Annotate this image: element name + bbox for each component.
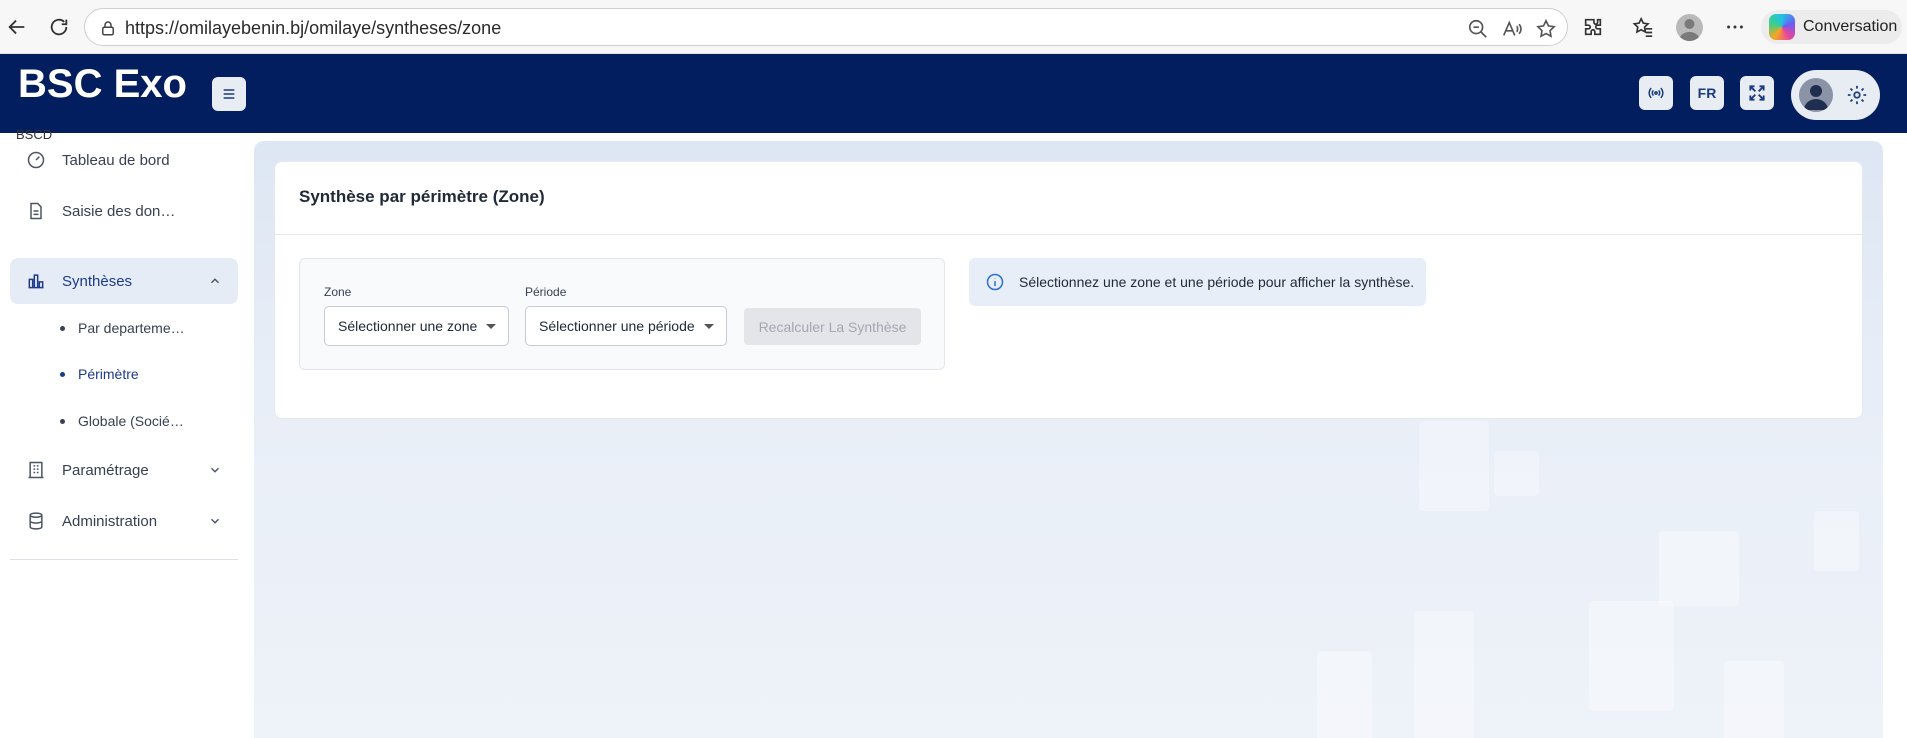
info-text: Sélectionnez une zone et une période pou… [1019,274,1415,290]
info-alert: Sélectionnez une zone et une période pou… [969,258,1426,306]
fullscreen-icon [1749,85,1765,101]
recalculate-button[interactable]: Recalculer La Synthèse [744,308,921,345]
background-decoration [1317,651,1372,738]
sidebar-toggle-button[interactable] [212,77,246,111]
zoom-out-icon[interactable] [1467,18,1489,40]
browser-profile-avatar[interactable] [1676,14,1703,41]
more-menu-icon[interactable] [1722,14,1748,40]
language-button[interactable]: FR [1690,76,1724,110]
building-icon [26,460,46,480]
period-label: Période [525,285,567,299]
lock-icon[interactable] [99,19,117,37]
info-icon [985,272,1005,292]
refresh-icon[interactable] [44,12,74,42]
dropdown-caret-icon [486,324,496,329]
chevron-down-icon[interactable] [208,463,222,477]
sidebar-item-syntheses[interactable]: Synthèses [10,258,238,304]
user-avatar[interactable] [1799,78,1833,112]
zone-select[interactable]: Sélectionner une zone [324,306,509,346]
sub-item-label: Par departeme… [78,320,185,336]
sub-item-label: Globale (Socié… [78,413,184,429]
zone-label: Zone [324,285,352,299]
bullet-dot [60,371,65,377]
browser-toolbar: https://omilayebenin.bj/omilaye/synthese… [0,0,1907,54]
background-decoration [1494,451,1539,496]
document-icon [26,201,46,221]
synthesis-card: Synthèse par périmètre (Zone) Zone Sélec… [274,161,1863,419]
copilot-icon [1769,14,1795,40]
dashboard-icon [26,150,46,170]
background-decoration [1724,661,1784,738]
dropdown-caret-icon [704,324,714,329]
sidebar-divider [10,559,238,560]
chevron-up-icon[interactable] [208,274,222,288]
address-bar[interactable]: https://omilayebenin.bj/omilaye/synthese… [84,8,1568,46]
extensions-icon[interactable] [1580,14,1606,40]
sub-item-label: Périmètre [78,366,139,382]
url-text[interactable]: https://omilayebenin.bj/omilaye/synthese… [125,18,501,39]
broadcast-icon [1648,87,1664,99]
bullet-dot [60,418,65,424]
sidebar-item-parametrage[interactable]: Paramétrage [10,447,238,493]
main-content: Synthèse par périmètre (Zone) Zone Sélec… [254,141,1883,738]
chevron-down-icon[interactable] [208,514,222,528]
back-icon[interactable] [2,12,32,42]
sidebar-item-label: Saisie des don… [62,202,176,220]
sub-item-perimetre[interactable]: Périmètre [60,362,139,386]
read-aloud-icon[interactable] [1501,18,1523,40]
sub-item-globale[interactable]: Globale (Socié… [60,409,184,433]
brand-title[interactable]: BSC Exo [18,62,187,107]
sidebar-item-data-entry[interactable]: Saisie des don… [10,188,238,234]
broadcast-button[interactable] [1639,76,1673,110]
sub-item-par-departement[interactable]: Par departeme… [60,316,185,340]
app-header: BSC Exo FR [0,54,1907,133]
user-menu[interactable] [1791,70,1880,120]
background-decoration [1659,531,1739,606]
chart-icon [26,271,46,291]
copilot-conversation-button[interactable]: Conversation [1761,10,1902,44]
settings-gear-icon[interactable] [1846,84,1868,106]
sidebar-item-label: Tableau de bord [62,151,170,169]
copilot-label: Conversation [1803,18,1898,35]
sidebar-item-dashboard[interactable]: Tableau de bord [10,137,238,183]
background-decoration [1589,601,1674,711]
bullet-dot [60,325,65,331]
filter-panel: Zone Sélectionner une zone Période Sélec… [299,258,945,370]
zone-select-value: Sélectionner une zone [338,318,478,334]
period-select[interactable]: Sélectionner une période [525,306,727,346]
database-icon [26,511,46,531]
favorite-star-icon[interactable] [1535,18,1557,40]
sidebar-item-label: Administration [62,512,158,530]
period-select-value: Sélectionner une période [539,318,695,334]
background-decoration [1414,611,1474,738]
background-decoration [1419,421,1489,511]
card-divider [275,234,1862,235]
sidebar-item-label: Paramétrage [62,461,149,479]
favorites-icon[interactable] [1630,14,1656,40]
background-decoration [1814,511,1859,571]
fullscreen-button[interactable] [1740,76,1774,110]
page-title: Synthèse par périmètre (Zone) [299,187,545,206]
sidebar-item-label: Synthèses [62,272,133,290]
sidebar-item-administration[interactable]: Administration [10,498,238,544]
sidebar: BSCD Tableau de bord Saisie des don… Syn… [0,127,254,738]
